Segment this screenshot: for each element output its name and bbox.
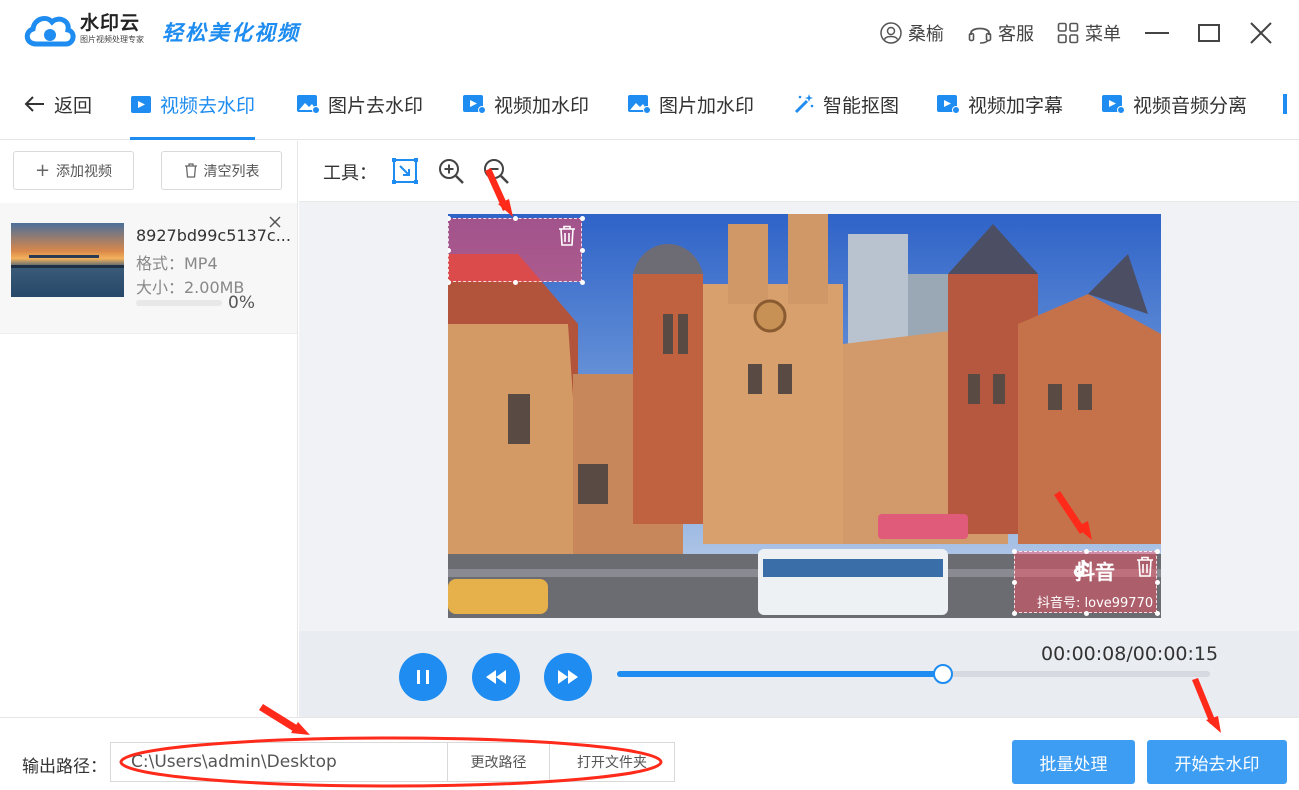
tab-overflow-indicator (1283, 94, 1287, 114)
watermark-selection-box[interactable]: 抖音 抖音号: love99770 (1012, 549, 1160, 616)
customer-service-button[interactable]: 客服 (968, 18, 1034, 48)
user-icon (880, 22, 902, 44)
player-controls: 00:00:08/00:00:15 (299, 631, 1299, 717)
open-folder-label: 打开文件夹 (577, 755, 647, 771)
maximize-icon (1198, 24, 1220, 42)
close-icon (1250, 22, 1272, 44)
seek-bar-fill (617, 671, 944, 677)
tab-label: 视频音频分离 (1133, 94, 1248, 117)
zoom-out-icon[interactable] (482, 157, 510, 185)
output-path-label: 输出路径： (22, 757, 107, 777)
logo-subtitle: 图片视频处理专家 (80, 35, 144, 44)
user-account[interactable]: 桑榆 (880, 18, 944, 48)
trash-icon (184, 163, 197, 178)
add-video-button[interactable]: + 添加视频 (13, 151, 134, 190)
open-folder-button[interactable]: 打开文件夹 (549, 743, 674, 781)
tools-label: 工具： (323, 163, 377, 184)
grid-menu-icon (1057, 22, 1079, 44)
trash-icon[interactable] (1135, 556, 1155, 578)
start-remove-watermark-label: 开始去水印 (1174, 754, 1260, 775)
video-thumbnail (11, 223, 124, 297)
tab-image-remove-watermark[interactable]: 图片去水印 (296, 68, 423, 140)
minimize-icon (1145, 32, 1169, 34)
close-icon (269, 216, 281, 228)
customer-service-label: 客服 (998, 24, 1034, 45)
back-button[interactable]: 返回 (24, 68, 92, 140)
video-icon (131, 96, 151, 113)
file-progress-percent: 0% (228, 293, 255, 313)
tab-label: 图片加水印 (659, 94, 755, 117)
tab-video-add-subtitle[interactable]: 视频加字幕 (936, 68, 1063, 140)
fast-forward-button[interactable] (544, 653, 592, 701)
pause-icon (417, 670, 429, 684)
add-video-label: 添加视频 (56, 163, 113, 180)
file-list-panel: + 添加视频 清空列表 8927bd99c5137c... 格式：MP4 大小：… (0, 141, 298, 717)
maximize-button[interactable] (1194, 18, 1224, 48)
remove-file-button[interactable] (268, 213, 282, 234)
playback-time: 00:00:08/00:00:15 (1041, 643, 1219, 665)
close-window-button[interactable] (1246, 18, 1276, 48)
magic-wand-icon (794, 94, 814, 114)
video-preview[interactable]: 抖音 抖音号: love99770 (448, 214, 1161, 618)
output-path-field[interactable]: C:\Users\admin\Desktop 更改路径 打开文件夹 (110, 742, 675, 782)
select-box-icon[interactable] (391, 157, 419, 185)
back-label: 返回 (54, 94, 93, 117)
tab-label: 视频加字幕 (968, 94, 1064, 117)
subtitle-icon (937, 95, 960, 114)
tab-video-add-watermark[interactable]: 视频加水印 (462, 68, 589, 140)
pause-button[interactable] (399, 653, 447, 701)
output-path-value: C:\Users\admin\Desktop (131, 752, 337, 772)
start-remove-watermark-button[interactable]: 开始去水印 (1147, 740, 1287, 784)
audio-split-icon (1102, 95, 1125, 114)
back-arrow-icon (24, 96, 44, 112)
preview-stage: 抖音 抖音号: love99770 (299, 203, 1299, 631)
watermark-selection-box[interactable] (448, 216, 585, 285)
editor-area: 工具： 抖音 抖音号: love99770 00:00:08/00:00:15 (299, 141, 1299, 717)
watermark-id-text: 抖音号: love99770 (1037, 596, 1154, 611)
tool-bar: 工具： (299, 141, 1299, 202)
menu-button[interactable]: 菜单 (1057, 18, 1121, 48)
cloud-logo-icon (24, 16, 76, 47)
tab-video-remove-watermark[interactable]: 视频去水印 (130, 68, 256, 140)
tab-video-audio-separation[interactable]: 视频音频分离 (1101, 68, 1247, 140)
list-item[interactable]: 8927bd99c5137c... 格式：MP4 大小：2.00MB 0% (0, 203, 297, 334)
tiktok-logo-icon (1073, 559, 1090, 578)
change-path-label: 更改路径 (470, 755, 527, 771)
image-add-icon (628, 95, 651, 114)
tab-smart-cutout[interactable]: 智能抠图 (793, 68, 899, 140)
video-add-icon (463, 95, 486, 114)
image-icon (297, 95, 320, 114)
plus-icon: + (34, 160, 51, 181)
trash-icon[interactable] (557, 225, 577, 247)
minimize-button[interactable] (1142, 18, 1172, 48)
feature-tabs: 返回 视频去水印 图片去水印 视频加水印 图片加水印 智能抠图 视频加字幕 视频… (0, 68, 1299, 140)
slogan: 轻松美化视频 (162, 20, 300, 45)
output-bar: 输出路径： C:\Users\admin\Desktop 更改路径 打开文件夹 … (0, 717, 1299, 790)
tab-label: 图片去水印 (328, 94, 424, 117)
clear-list-button[interactable]: 清空列表 (161, 151, 282, 190)
change-path-button[interactable]: 更改路径 (447, 743, 549, 781)
headset-icon (968, 27, 992, 44)
tab-image-add-watermark[interactable]: 图片加水印 (627, 68, 754, 140)
file-format: 格式：MP4 (136, 254, 218, 273)
tab-label: 视频去水印 (160, 94, 256, 117)
tab-label: 智能抠图 (823, 94, 900, 117)
user-name: 桑榆 (908, 24, 944, 45)
logo-name: 水印云 (80, 12, 141, 34)
tab-label: 视频加水印 (494, 94, 590, 117)
batch-process-button[interactable]: 批量处理 (1012, 740, 1135, 784)
batch-process-label: 批量处理 (1039, 754, 1108, 775)
seek-handle[interactable] (933, 664, 954, 684)
fast-forward-icon (558, 670, 578, 684)
zoom-in-icon[interactable] (437, 157, 465, 185)
menu-label: 菜单 (1085, 24, 1121, 45)
file-progress-bar (136, 300, 222, 306)
rewind-icon (486, 670, 506, 684)
title-bar: 水印云 图片视频处理专家 轻松美化视频 桑榆 客服 菜单 (0, 0, 1299, 68)
seek-bar[interactable] (617, 664, 1210, 684)
rewind-button[interactable] (472, 653, 520, 701)
clear-list-label: 清空列表 (203, 163, 260, 180)
